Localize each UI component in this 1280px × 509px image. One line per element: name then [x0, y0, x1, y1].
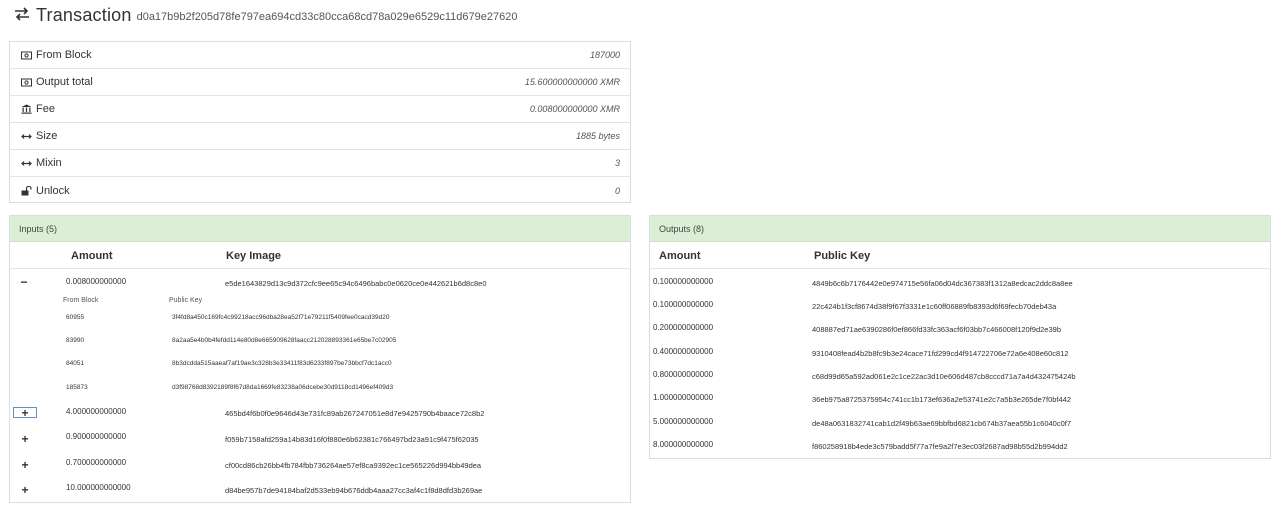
- transaction-summary: From Block 187000 Output total 15.600000…: [9, 41, 631, 203]
- transaction-hash: d0a17b9b2f205d78fe797ea694cd33c80cca68cd…: [136, 11, 518, 23]
- expand-toggle-button[interactable]: +: [13, 459, 37, 471]
- summary-row-from-block: From Block 187000: [10, 42, 630, 69]
- input-amount: 4.000000000000: [66, 407, 127, 416]
- unlock-icon: [20, 185, 32, 196]
- output-amount: 0.200000000000: [653, 323, 714, 332]
- output-public-key: c68d99d65a592ad061e2c1ce22ac3d10e606d487…: [812, 372, 1076, 381]
- output-amount: 0.100000000000: [653, 300, 714, 309]
- output-public-key: 36eb975a8725375954c741cc1b173ef636a2e537…: [812, 395, 1072, 404]
- mixin-block: 84051: [66, 360, 85, 367]
- summary-value: 0.008000000000 XMR: [529, 104, 620, 114]
- bank-icon: [20, 104, 32, 114]
- mixin-block: 185873: [66, 384, 88, 391]
- summary-label: Mixin: [36, 157, 62, 169]
- inputs-panel-title: Inputs (5): [10, 216, 630, 242]
- summary-row-fee: Fee 0.008000000000 XMR: [10, 96, 630, 123]
- inputs-panel: Inputs (5) Amount Key Image − 0.00800000…: [9, 215, 631, 503]
- mixin-block: 60955: [66, 314, 85, 321]
- input-amount: 10.000000000000: [66, 483, 131, 492]
- arrows-horizontal-icon: [20, 131, 32, 141]
- summary-label: Output total: [36, 76, 93, 88]
- input-key-image: 465bd4f6b0f0e9646d43e731fc89ab267247051e…: [225, 409, 485, 418]
- output-public-key: de48a0631832741cab1d2f49b63ae69bbfbd6821…: [812, 419, 1072, 428]
- money-icon: [20, 77, 32, 87]
- mixin-block: 83990: [66, 337, 85, 344]
- output-amount: 0.800000000000: [653, 370, 714, 379]
- output-public-key: 22c424b1f3cf8674d38f9f67f3331e1c60ff0688…: [812, 302, 1057, 311]
- mixin-header-public-key: Public Key: [169, 297, 203, 304]
- output-public-key: f860258918b4ede3c579badd5f77a7fe9a2f7e3e…: [812, 442, 1068, 451]
- summary-row-unlock: Unlock 0: [10, 177, 630, 204]
- output-amount: 1.000000000000: [653, 393, 714, 402]
- page-header: Transaction d0a17b9b2f205d78fe797ea694cd…: [14, 4, 517, 26]
- collapse-toggle-button[interactable]: −: [12, 276, 36, 288]
- summary-label: Fee: [36, 103, 55, 115]
- column-header-amount: Amount: [659, 250, 701, 262]
- page-title: Transaction: [36, 5, 132, 25]
- output-amount: 0.400000000000: [653, 347, 714, 356]
- outputs-table-header: Amount Public Key: [650, 242, 1270, 269]
- column-header-amount: Amount: [71, 250, 113, 262]
- inputs-table-header: Amount Key Image: [10, 242, 630, 269]
- summary-row-output-total: Output total 15.600000000000 XMR: [10, 69, 630, 96]
- input-amount: 0.700000000000: [66, 458, 127, 467]
- output-amount: 8.000000000000: [653, 440, 714, 449]
- mixin-public-key: 8a2aa5e4b0b4fefdd114e80d8e665909628faacc…: [172, 337, 397, 344]
- summary-label: Size: [36, 130, 58, 142]
- transfer-arrows-icon: [15, 7, 29, 21]
- output-amount: 5.000000000000: [653, 417, 714, 426]
- summary-value: 15.600000000000 XMR: [524, 77, 620, 87]
- summary-row-mixin: Mixin 3: [10, 150, 630, 177]
- outputs-panel: Outputs (8) Amount Public Key 0.10000000…: [649, 215, 1271, 459]
- output-public-key: 9310408fead4b2b8fc9b3e24cace71fd299cd4f9…: [812, 349, 1069, 358]
- input-key-image: e5de1643829d13c9d372cfc9ee65c94c6496babc…: [225, 279, 487, 288]
- summary-label: Unlock: [36, 184, 70, 197]
- column-header-key-image: Key Image: [226, 250, 282, 262]
- expand-toggle-button[interactable]: +: [13, 484, 37, 496]
- mixin-public-key: d3f98768d8392189f8f67d8da1669fe83238a06d…: [172, 384, 394, 391]
- arrows-horizontal-icon: [20, 158, 32, 168]
- output-public-key: 4849b6c6b7176442e0e974715e56fa06d04dc367…: [812, 279, 1073, 288]
- mixin-header-from-block: From Block: [63, 297, 99, 304]
- column-header-public-key: Public Key: [814, 250, 871, 262]
- input-key-image: cf00cd86cb26bb4fb784fbb736264ae57ef8ca93…: [225, 461, 482, 470]
- summary-label: From Block: [36, 49, 92, 61]
- summary-value: 187000: [589, 50, 620, 60]
- mixin-public-key: 8b3dcdda515aaeaf7af19ae3c328b3e33411f83d…: [172, 360, 392, 367]
- input-amount: 0.900000000000: [66, 432, 127, 441]
- outputs-panel-title: Outputs (8): [650, 216, 1270, 242]
- summary-value: 0: [614, 185, 620, 196]
- input-amount: 0.008000000000: [66, 277, 127, 286]
- expand-toggle-button[interactable]: +: [13, 407, 37, 419]
- summary-value: 3: [614, 158, 620, 168]
- input-key-image: f059b7158afd259a14b83d16f0f880e6b62381c7…: [225, 435, 479, 444]
- summary-value: 1885 bytes: [575, 131, 620, 141]
- output-public-key: 408887ed71ae6390286f0ef866fd33fc363acf6f…: [812, 325, 1061, 334]
- summary-row-size: Size 1885 bytes: [10, 123, 630, 150]
- expand-toggle-button[interactable]: +: [13, 433, 37, 445]
- output-amount: 0.100000000000: [653, 277, 714, 286]
- mixin-public-key: 3f4fd8a450c169fc4c99218acc96dba28ea52f71…: [172, 314, 390, 321]
- input-key-image: d84be957b7de94184baf2d533eb94b676ddb4aaa…: [225, 486, 483, 495]
- money-icon: [20, 50, 32, 60]
